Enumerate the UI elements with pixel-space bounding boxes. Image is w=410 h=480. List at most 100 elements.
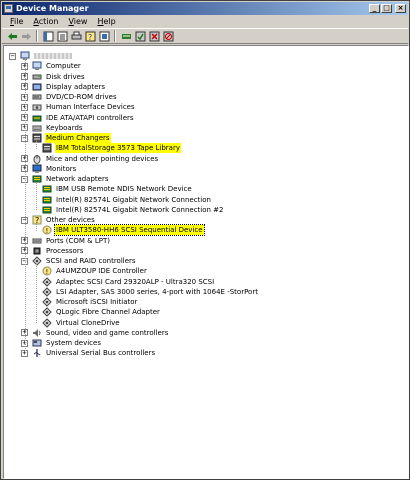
device-item[interactable]: IBM USB Remote NDIS Network Device <box>42 184 193 194</box>
changer-icon <box>32 133 42 143</box>
category-sound-video-and-game-controllers[interactable]: Sound, video and game controllers <box>32 328 169 338</box>
category-network-adapters[interactable]: Network adapters <box>32 174 110 184</box>
redacted-computer-name <box>34 53 72 59</box>
menu-file[interactable]: File <box>5 17 28 26</box>
device-label: Network adapters <box>46 175 109 183</box>
device-item[interactable]: Adaptec SCSI Card 29320ALP - Ultra320 SC… <box>42 276 215 287</box>
category-processors[interactable]: Processors <box>32 246 84 256</box>
view-icon[interactable] <box>98 30 110 42</box>
window-title: Device Manager <box>16 4 89 13</box>
device-label: Processors <box>46 246 84 255</box>
device-label: Microsoft iSCSI Initiator <box>56 298 138 306</box>
category-universal-serial-bus-controllers[interactable]: Universal Serial Bus controllers <box>32 348 156 358</box>
device-label: IBM USB Remote NDIS Network Device <box>56 185 192 194</box>
device-label: Medium Changers <box>45 133 111 143</box>
properties-icon[interactable] <box>56 30 68 42</box>
disable-device-icon[interactable] <box>162 30 174 42</box>
back-icon[interactable] <box>6 30 18 42</box>
display-icon <box>32 82 42 92</box>
device-label: Other devices <box>46 216 95 224</box>
uninstall-icon[interactable] <box>148 30 160 42</box>
category-ports-com-lpt[interactable]: Ports (COM & LPT) <box>32 236 111 246</box>
device-item[interactable]: IBM TotalStorage 3573 Tape Library <box>42 143 181 154</box>
maximize-button[interactable]: □ <box>381 4 392 13</box>
category-system-devices[interactable]: System devices <box>32 338 102 348</box>
device-label: Intel(R) 82574L Gigabit Network Connecti… <box>56 195 211 204</box>
device-label: IDE ATA/ATAPI controllers <box>46 113 134 122</box>
mouse-icon <box>32 154 42 164</box>
category-other-devices[interactable]: ? Other devices <box>32 215 96 225</box>
device-label: Ports (COM & LPT) <box>46 236 110 245</box>
category-human-interface-devices[interactable]: Human Interface Devices <box>32 102 136 112</box>
category-computer[interactable]: Computer <box>32 61 82 71</box>
network-icon <box>42 184 52 194</box>
category-mice-and-other-pointing-devices[interactable]: Mice and other pointing devices <box>32 154 159 164</box>
device-label: Virtual CloneDrive <box>56 318 120 327</box>
scan-hardware-icon[interactable] <box>120 30 132 42</box>
close-button[interactable]: × <box>395 4 406 13</box>
device-label: Sound, video and game controllers <box>46 328 169 337</box>
category-dvd-cd-rom-drives[interactable]: DVD/CD-ROM drives <box>32 92 118 102</box>
processor-icon <box>32 246 42 256</box>
network-icon <box>42 205 52 215</box>
keyboard-icon <box>32 123 42 133</box>
category-scsi-and-raid-controllers[interactable]: SCSI and RAID controllers <box>32 256 137 266</box>
computer-icon <box>32 61 42 71</box>
category-disk-drives[interactable]: Disk drives <box>32 72 86 82</box>
hid-icon <box>32 102 42 112</box>
menu-action[interactable]: Action <box>28 17 63 26</box>
device-item[interactable]: Virtual CloneDrive <box>42 317 121 328</box>
scsi-icon <box>42 317 52 328</box>
svg-text:!: ! <box>46 268 49 276</box>
category-keyboards[interactable]: Keyboards <box>32 123 84 133</box>
print-icon[interactable] <box>70 30 82 42</box>
device-manager-icon <box>4 4 13 13</box>
device-item[interactable]: LSI Adapter, SAS 3000 series, 4-port wit… <box>42 287 259 297</box>
scsi-icon <box>42 307 52 317</box>
device-label: Keyboards <box>46 123 83 132</box>
device-label: Monitors <box>46 164 77 173</box>
device-label: SCSI and RAID controllers <box>46 257 136 265</box>
device-label: System devices <box>46 339 101 347</box>
minimize-button[interactable]: _ <box>369 4 380 13</box>
menu-view[interactable]: View <box>63 17 92 26</box>
sound-icon <box>32 328 42 338</box>
usb-icon <box>32 348 42 358</box>
device-label: LSI Adapter, SAS 3000 series, 4-port wit… <box>56 287 258 296</box>
monitor-icon <box>32 164 42 174</box>
category-monitors[interactable]: Monitors <box>32 164 77 174</box>
disk-icon <box>32 72 42 82</box>
device-item[interactable]: Intel(R) 82574L Gigabit Network Connecti… <box>42 195 212 205</box>
warning-device-icon: ! <box>42 225 52 235</box>
ide-icon <box>32 113 42 123</box>
help-icon[interactable]: ? <box>84 30 96 42</box>
collapse-toggle[interactable]: − <box>9 52 16 60</box>
device-label: Human Interface Devices <box>46 103 135 112</box>
category-medium-changers[interactable]: Medium Changers <box>32 133 111 143</box>
device-label: Universal Serial Bus controllers <box>46 349 156 358</box>
device-item[interactable]: QLogic Fibre Channel Adapter <box>42 307 161 317</box>
show-hide-tree-icon[interactable] <box>42 30 54 42</box>
warning-device-icon: ! <box>42 266 52 276</box>
device-item[interactable]: Intel(R) 82574L Gigabit Network Connecti… <box>42 205 225 215</box>
device-item[interactable]: ! A4UMZOUP IDE Controller <box>42 266 148 276</box>
scsi-icon <box>32 256 42 266</box>
category-display-adapters[interactable]: Display adapters <box>32 82 106 92</box>
port-icon <box>32 236 42 246</box>
device-label: Mice and other pointing devices <box>46 154 159 163</box>
update-driver-icon[interactable] <box>134 30 146 42</box>
changer-icon <box>42 143 52 153</box>
title-bar[interactable]: Device Manager _ □ × <box>2 2 408 15</box>
unknown-device-icon: ? <box>32 215 42 225</box>
category-ide-ata-atapi-controllers[interactable]: IDE ATA/ATAPI controllers <box>32 113 135 123</box>
menu-help[interactable]: Help <box>92 17 120 26</box>
cdrom-icon <box>32 92 42 102</box>
tree-root[interactable] <box>20 51 35 61</box>
forward-icon[interactable] <box>20 30 32 42</box>
network-icon <box>32 174 42 184</box>
device-item[interactable]: ! IBM ULT3580-HH6 SCSI Sequential Device <box>42 224 205 237</box>
scsi-icon <box>42 276 52 287</box>
device-manager-window: Device Manager _ □ × File Action View Help … <box>0 0 410 480</box>
menu-bar: File Action View Help <box>2 15 408 28</box>
device-item[interactable]: Microsoft iSCSI Initiator <box>42 297 138 307</box>
